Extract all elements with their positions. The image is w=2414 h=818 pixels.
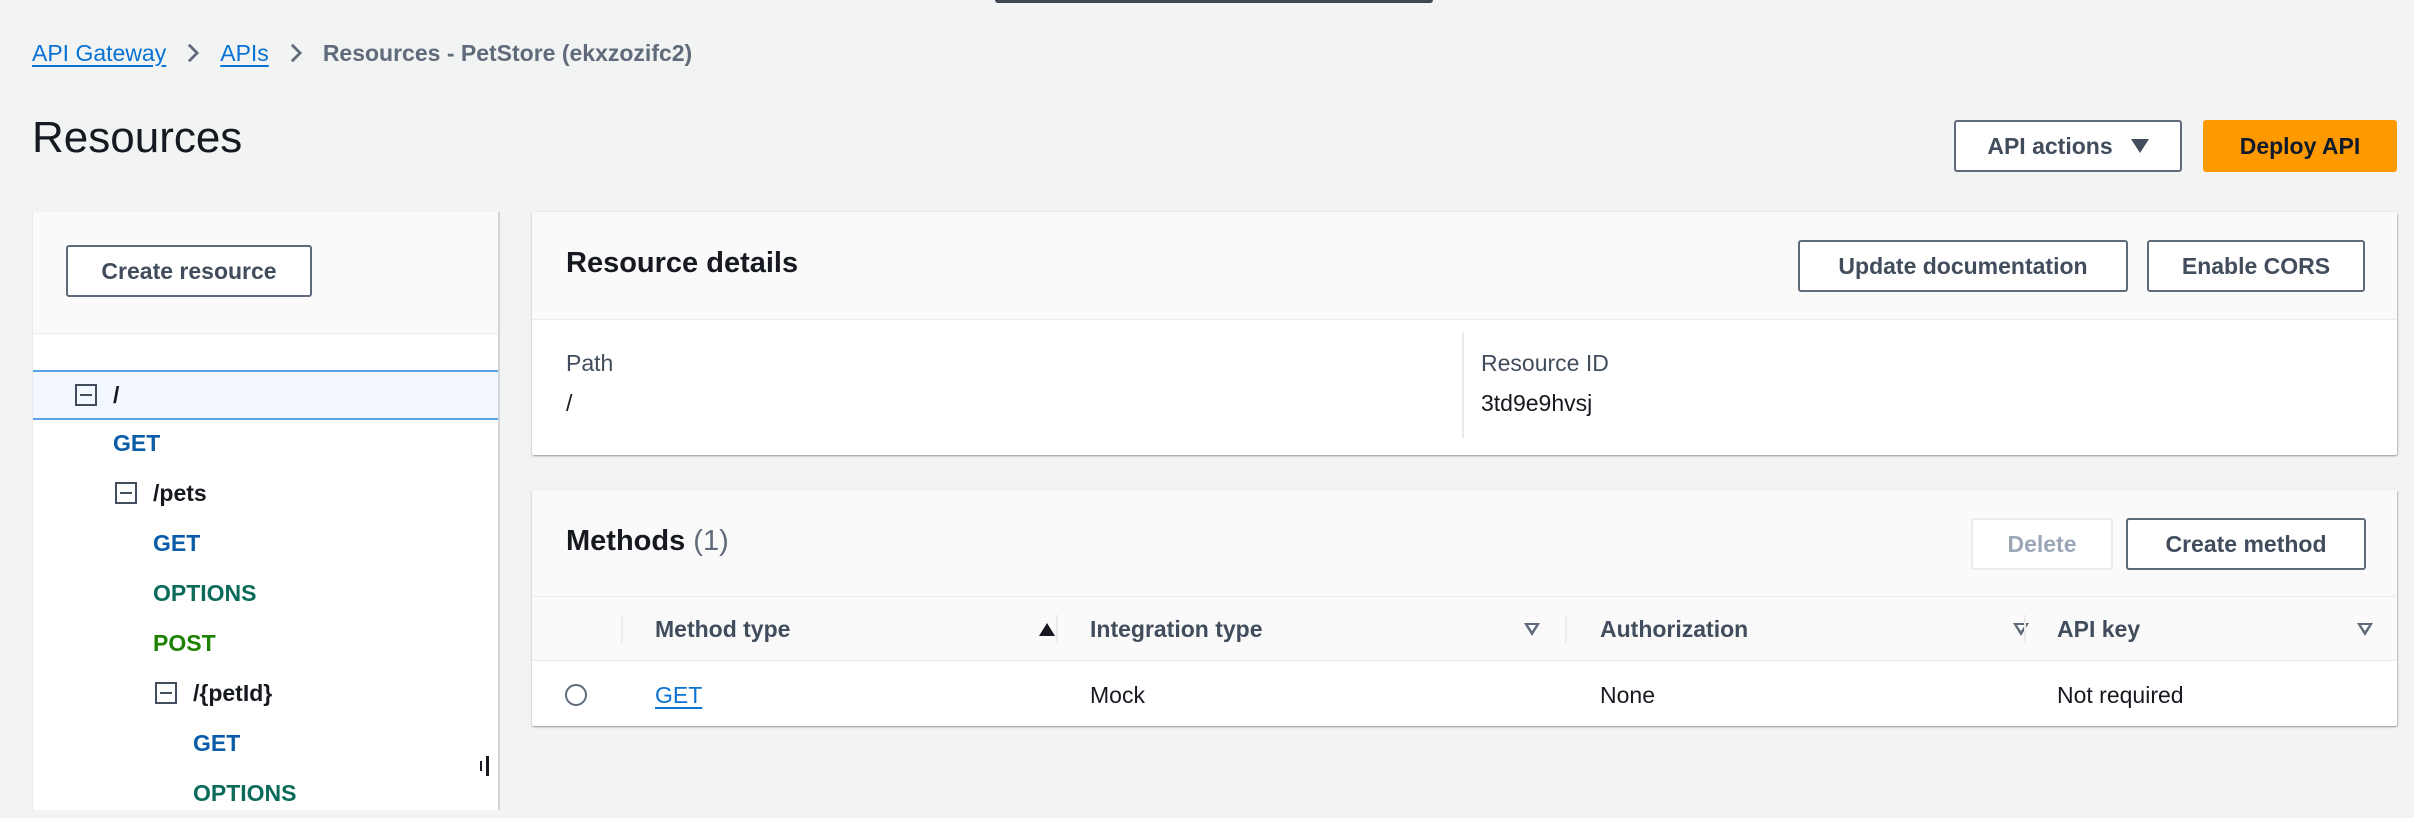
tree-method-post[interactable]: POST	[33, 618, 498, 668]
column-header-label: Method type	[655, 615, 791, 642]
create-resource-button[interactable]: Create resource	[66, 245, 312, 297]
column-header-authorization[interactable]: Authorization	[1600, 597, 2029, 661]
collapse-icon[interactable]	[155, 682, 177, 704]
card-header: Methods (1) Delete Create method	[532, 490, 2397, 597]
column-header-integration-type[interactable]: Integration type	[1090, 597, 1540, 661]
tree-method-label: OPTIONS	[193, 779, 297, 806]
api-actions-button[interactable]: API actions	[1954, 120, 2182, 172]
breadcrumb-apis[interactable]: APIs	[220, 40, 269, 67]
tree-method-get[interactable]: GET	[33, 718, 498, 768]
methods-title-text: Methods	[566, 525, 686, 557]
path-label: Path	[566, 350, 614, 376]
tree-method-label: GET	[153, 529, 201, 556]
methods-card: Methods (1) Delete Create method Method …	[532, 490, 2397, 726]
breadcrumb: API Gateway APIs Resources - PetStore (e…	[32, 38, 692, 68]
tree-node-label: /{petId}	[193, 679, 273, 706]
tree-method-options[interactable]: OPTIONS	[33, 568, 498, 618]
tree-method-options[interactable]: OPTIONS	[33, 768, 498, 818]
deploy-api-button[interactable]: Deploy API	[2203, 120, 2397, 172]
column-divider	[1462, 332, 1464, 438]
path-value: /	[566, 390, 573, 416]
resource-details-card: Resource details Update documentation En…	[532, 212, 2397, 455]
row-select-radio[interactable]	[565, 684, 587, 706]
column-divider	[1056, 615, 1058, 643]
tree-toolbar: Create resource	[33, 212, 498, 334]
tree-method-label: OPTIONS	[153, 579, 257, 606]
tree-method-label: POST	[153, 629, 216, 656]
caret-down-icon	[2130, 139, 2149, 153]
sort-icon	[2357, 622, 2373, 636]
api-key-cell: Not required	[2057, 682, 2184, 708]
delete-method-button[interactable]: Delete	[1971, 518, 2113, 570]
card-header: Resource details Update documentation En…	[532, 212, 2397, 320]
create-method-button[interactable]: Create method	[2126, 518, 2366, 570]
tree-method-get[interactable]: GET	[33, 518, 498, 568]
panel-resize-handle[interactable]	[480, 756, 489, 776]
table-header: Method type Integration type Authorizati…	[532, 597, 2397, 661]
tree-method-get[interactable]: GET	[33, 418, 498, 468]
top-bar-edge	[995, 0, 1433, 3]
tree-node-root[interactable]: /	[33, 370, 498, 420]
column-divider	[1565, 615, 1567, 643]
collapse-icon[interactable]	[115, 482, 137, 504]
breadcrumb-current: Resources - PetStore (ekxzozifc2)	[322, 39, 693, 66]
authorization-cell: None	[1600, 682, 1655, 708]
api-actions-label: API actions	[1987, 132, 2113, 159]
column-divider	[2024, 615, 2026, 643]
resource-details-title: Resource details	[566, 247, 799, 279]
update-documentation-button[interactable]: Update documentation	[1798, 240, 2128, 292]
chevron-right-icon	[269, 42, 323, 64]
tree-node-label: /	[113, 381, 120, 408]
column-header-label: API key	[2057, 615, 2141, 642]
resource-id-value: 3td9e9hvsj	[1481, 390, 1593, 416]
tree-node-label: /pets	[153, 479, 207, 506]
sort-icon	[1524, 622, 1540, 636]
resource-id-label: Resource ID	[1481, 350, 1609, 376]
column-header-api-key[interactable]: API key	[2057, 597, 2373, 661]
methods-count: (1)	[693, 525, 729, 557]
table-row: GET Mock None Not required	[532, 662, 2397, 726]
tree-method-label: GET	[193, 729, 241, 756]
method-type-link[interactable]: GET	[655, 682, 702, 709]
methods-title: Methods (1)	[566, 525, 729, 558]
column-header-label: Authorization	[1600, 615, 1749, 642]
resource-tree-panel: Create resource / GET /pets GET OPTIONS …	[32, 212, 500, 810]
page-title: Resources	[32, 113, 243, 162]
column-header-method-type[interactable]: Method type	[655, 597, 1055, 661]
chevron-right-icon	[166, 42, 220, 64]
tree-node-pets[interactable]: /pets	[33, 468, 498, 518]
tree-node-petid[interactable]: /{petId}	[33, 668, 498, 718]
column-divider	[621, 615, 623, 643]
collapse-icon[interactable]	[75, 384, 97, 406]
integration-type-cell: Mock	[1090, 682, 1145, 708]
sort-ascending-icon	[1039, 622, 1055, 636]
column-header-label: Integration type	[1090, 615, 1263, 642]
tree-method-label: GET	[113, 429, 161, 456]
enable-cors-button[interactable]: Enable CORS	[2147, 240, 2365, 292]
sort-icon	[2013, 622, 2029, 636]
breadcrumb-api-gateway[interactable]: API Gateway	[32, 40, 166, 67]
